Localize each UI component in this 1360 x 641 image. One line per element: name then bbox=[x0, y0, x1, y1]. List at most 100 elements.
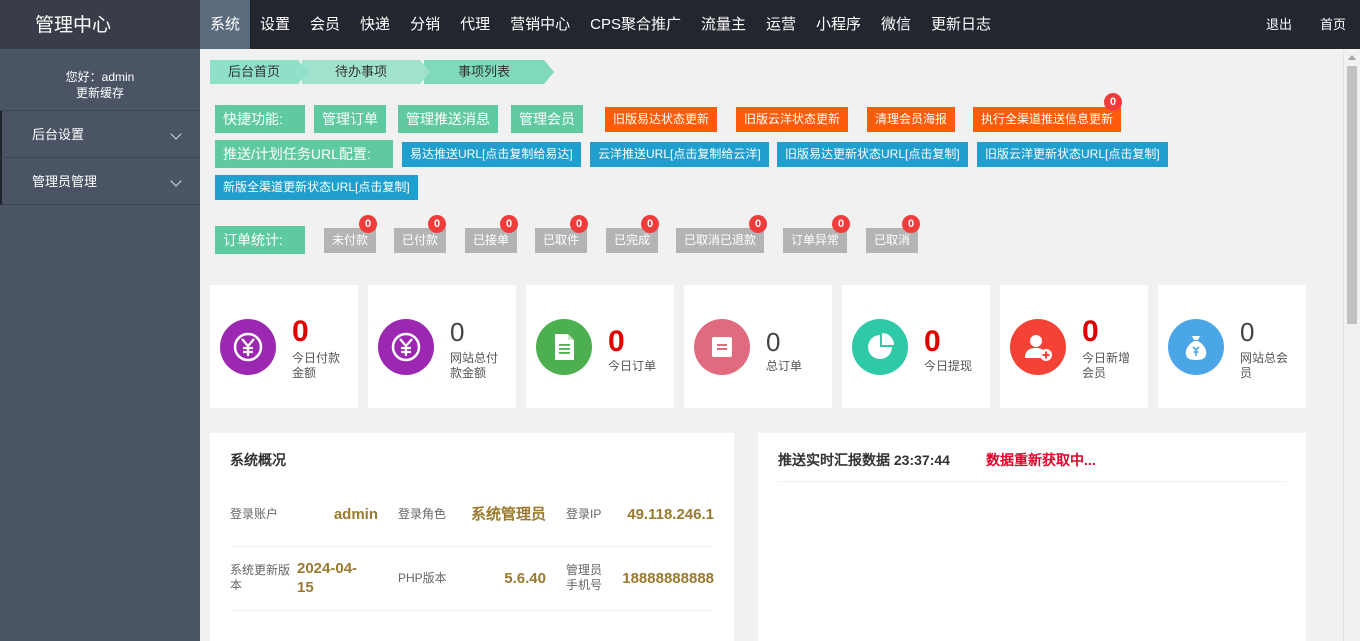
manage-push-messages-button[interactable]: 管理推送消息 bbox=[398, 105, 498, 133]
nav-agent[interactable]: 代理 bbox=[450, 0, 500, 49]
nav-wechat[interactable]: 微信 bbox=[871, 0, 921, 49]
nav-traffic[interactable]: 流量主 bbox=[691, 0, 756, 49]
stat-card-today-orders: 0 今日订单 bbox=[526, 285, 674, 408]
sidebar: 您好：admin 更新缓存 后台设置 管理员管理 bbox=[0, 49, 200, 641]
realtime-status-text: 数据重新获取中... bbox=[986, 452, 1096, 468]
old-yunyang-status-url-button[interactable]: 旧版云洋更新状态URL[点击复制] bbox=[977, 142, 1168, 167]
stat-card-total-orders: 0 总订单 bbox=[684, 285, 832, 408]
top-nav-right: 退出 首页 bbox=[1252, 0, 1360, 49]
order-cancelled-badge: 0 bbox=[902, 215, 920, 233]
order-stats-label: 订单统计: bbox=[215, 226, 305, 254]
order-cancelled-refunded-button[interactable]: 已取消已退款 bbox=[676, 228, 765, 253]
stat-card-today-withdrawal: 0 今日提现 bbox=[842, 285, 990, 408]
pie-icon bbox=[852, 319, 908, 375]
divider bbox=[778, 481, 1286, 482]
breadcrumb-home[interactable]: 后台首页 bbox=[210, 60, 308, 84]
breadcrumb: 后台首页 待办事项 事项列表 bbox=[210, 60, 554, 84]
old-yida-status-url-button[interactable]: 旧版易达更新状态URL[点击复制] bbox=[777, 142, 968, 167]
sidebar-item-label: 后台设置 bbox=[32, 127, 85, 142]
run-all-channel-push-update-button[interactable]: 执行全渠道推送信息更新 bbox=[973, 107, 1122, 132]
stat-value: 0 bbox=[766, 327, 781, 357]
order-unpaid-badge: 0 bbox=[359, 215, 377, 233]
breadcrumb-list[interactable]: 事项列表 bbox=[424, 60, 554, 84]
nav-members[interactable]: 会员 bbox=[300, 0, 350, 49]
order-completed-badge: 0 bbox=[641, 215, 659, 233]
yida-push-url-button[interactable]: 易达推送URL[点击复制给易达] bbox=[402, 142, 581, 167]
stat-label: 网站总付款金额 bbox=[450, 351, 499, 380]
new-all-channel-status-url-button[interactable]: 新版全渠道更新状态URL[点击复制] bbox=[215, 175, 418, 200]
stat-card-total-members: 0 网站总会员 bbox=[1158, 285, 1306, 408]
old-yunyang-status-update-button[interactable]: 旧版云洋状态更新 bbox=[736, 107, 849, 132]
nav-cps[interactable]: CPS聚合推广 bbox=[580, 0, 691, 49]
quick-functions-label: 快捷功能: bbox=[215, 105, 305, 133]
stat-card-today-payment: 0 今日付款金额 bbox=[210, 285, 358, 408]
stat-value: 0 bbox=[450, 317, 465, 347]
page-scrollbar[interactable] bbox=[1343, 49, 1360, 641]
chevron-down-icon bbox=[170, 175, 182, 187]
stat-card-today-new-members: 0 今日新增会员 bbox=[1000, 285, 1148, 408]
push-update-badge: 0 bbox=[1104, 93, 1122, 111]
nav-changelog[interactable]: 更新日志 bbox=[921, 0, 1001, 49]
note-icon bbox=[694, 319, 750, 375]
user-add-icon bbox=[1010, 319, 1066, 375]
sidebar-item-admin-management[interactable]: 管理员管理 bbox=[0, 158, 200, 205]
logout-link[interactable]: 退出 bbox=[1252, 0, 1306, 49]
info-system-version: 系统更新版本 2024-04-15 bbox=[230, 560, 358, 596]
nav-settings[interactable]: 设置 bbox=[250, 0, 300, 49]
top-nav: 系统 设置 会员 快递 分销 代理 营销中心 CPS聚合推广 流量主 运营 小程… bbox=[200, 0, 1001, 49]
manage-members-button[interactable]: 管理会员 bbox=[511, 105, 583, 133]
greeting-text: 您好：admin bbox=[65, 70, 135, 84]
scroll-up-arrow-icon[interactable] bbox=[1348, 55, 1356, 60]
brand-title: 管理中心 bbox=[0, 0, 200, 49]
yen-icon bbox=[378, 319, 434, 375]
manage-orders-button[interactable]: 管理订单 bbox=[314, 105, 386, 133]
info-login-account: 登录账户 admin bbox=[230, 506, 378, 523]
stat-label: 今日提现 bbox=[924, 359, 973, 373]
order-abnormal-badge: 0 bbox=[832, 215, 850, 233]
nav-marketing[interactable]: 营销中心 bbox=[500, 0, 580, 49]
stat-label: 今日新增会员 bbox=[1082, 351, 1131, 380]
info-row: 登录账户 admin 登录角色 系统管理员 登录IP 49.118.246.1 bbox=[230, 483, 714, 547]
welcome-box: 您好：admin 更新缓存 bbox=[0, 49, 200, 111]
sidebar-item-backend-settings[interactable]: 后台设置 bbox=[0, 111, 200, 158]
stat-value: 0 bbox=[924, 325, 941, 358]
stat-card-total-payment: 0 网站总付款金额 bbox=[368, 285, 516, 408]
panel-title: 系统概况 bbox=[230, 452, 286, 468]
refresh-cache-link[interactable]: 更新缓存 bbox=[0, 85, 200, 101]
breadcrumb-todo[interactable]: 待办事项 bbox=[302, 60, 430, 84]
scrollbar-thumb[interactable] bbox=[1347, 66, 1357, 324]
old-yida-status-update-button[interactable]: 旧版易达状态更新 bbox=[605, 107, 718, 132]
clear-member-posters-button[interactable]: 清理会员海报 bbox=[867, 107, 956, 132]
document-icon bbox=[536, 319, 592, 375]
yen-icon bbox=[220, 319, 276, 375]
nav-system[interactable]: 系统 bbox=[200, 0, 251, 49]
push-config-label: 推送/计划任务URL配置: bbox=[215, 140, 393, 168]
stat-value: 0 bbox=[1082, 315, 1099, 348]
order-paid-badge: 0 bbox=[428, 215, 446, 233]
realtime-push-panel: 推送实时汇报数据 23:37:44 数据重新获取中... bbox=[758, 433, 1306, 641]
info-row: 系统更新版本 2024-04-15 PHP版本 5.6.40 管理员手机号 18… bbox=[230, 547, 714, 611]
stat-value: 0 bbox=[292, 315, 309, 348]
sidebar-item-label: 管理员管理 bbox=[32, 174, 98, 189]
stat-value: 0 bbox=[608, 325, 625, 358]
info-login-ip: 登录IP 49.118.246.1 bbox=[566, 506, 714, 523]
nav-miniapp[interactable]: 小程序 bbox=[806, 0, 871, 49]
nav-distribution[interactable]: 分销 bbox=[400, 0, 450, 49]
nav-express[interactable]: 快递 bbox=[350, 0, 400, 49]
stat-label: 总订单 bbox=[766, 359, 803, 373]
stat-label: 今日订单 bbox=[608, 359, 657, 373]
nav-operations[interactable]: 运营 bbox=[756, 0, 806, 49]
money-bag-icon bbox=[1168, 319, 1224, 375]
yunyang-push-url-button[interactable]: 云洋推送URL[点击复制给云洋] bbox=[590, 142, 769, 167]
stat-label: 网站总会员 bbox=[1240, 351, 1289, 380]
info-php-version: PHP版本 5.6.40 bbox=[398, 570, 546, 587]
top-bar: 管理中心 系统 设置 会员 快递 分销 代理 营销中心 CPS聚合推广 流量主 … bbox=[0, 0, 1360, 49]
panel-title: 推送实时汇报数据 23:37:44 bbox=[778, 452, 950, 468]
stat-value: 0 bbox=[1240, 317, 1255, 347]
order-picked-badge: 0 bbox=[570, 215, 588, 233]
info-admin-phone: 管理员手机号 18888888888 bbox=[566, 563, 714, 592]
chevron-down-icon bbox=[170, 128, 182, 140]
info-login-role: 登录角色 系统管理员 bbox=[398, 506, 546, 523]
system-overview-panel: 系统概况 登录账户 admin 登录角色 系统管理员 登录IP 49.118.2… bbox=[210, 433, 734, 641]
home-link[interactable]: 首页 bbox=[1306, 0, 1360, 49]
